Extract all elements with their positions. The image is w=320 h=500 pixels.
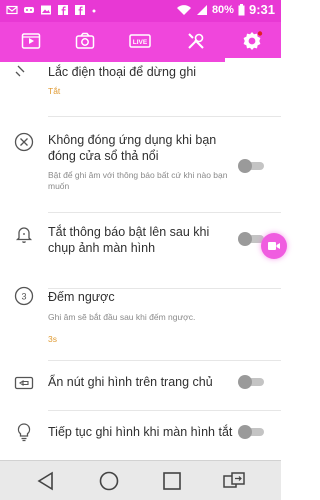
setting-title: Tiếp tục ghi hình khi màn hình tắt (48, 425, 233, 439)
video-camera-icon (14, 376, 34, 390)
bell-off-icon (15, 227, 33, 243)
svg-text:3: 3 (21, 292, 26, 302)
tab-tools[interactable] (183, 28, 209, 54)
facebook-icon (58, 5, 68, 15)
toggle-switch[interactable] (238, 425, 264, 439)
setting-countdown[interactable]: 3 Đếm ngược Ghi âm sẽ bắt đầu sau khi đế… (0, 286, 281, 370)
recents-square-icon (163, 472, 181, 490)
home-circle-icon (99, 471, 119, 491)
email-icon (6, 5, 18, 15)
tab-settings[interactable] (239, 28, 265, 54)
video-camera-icon (268, 242, 280, 250)
home-button[interactable] (97, 469, 121, 493)
setting-disable-screenshot-popup[interactable]: Tắt thông báo bật lên sau khi chụp ảnh m… (0, 214, 281, 289)
back-triangle-icon (37, 471, 53, 491)
floating-record-bubble[interactable] (261, 233, 287, 259)
setting-keep-app-open[interactable]: Không đóng ứng dụng khi bạn đóng cửa sổ … (0, 118, 281, 213)
tab-live[interactable]: LIVE (127, 28, 153, 54)
image-icon (41, 5, 51, 15)
dot-icon (91, 4, 97, 16)
setting-continue-recording-screen-off[interactable]: Tiếp tục ghi hình khi màn hình tắt (0, 412, 281, 460)
navigation-bar (0, 460, 281, 500)
settings-icon (243, 31, 263, 50)
dual-window-button[interactable] (222, 469, 246, 493)
setting-title: Không đóng ứng dụng khi bạn đóng cửa sổ … (48, 133, 217, 163)
setting-value: 3s (48, 334, 57, 344)
tools-icon (188, 33, 204, 49)
battery-icon (238, 3, 245, 15)
clock: 9:31 (248, 2, 275, 17)
setting-subtitle: Ghi âm sẽ bắt đầu sau khi đếm ngược. (48, 312, 196, 322)
tab-screenshots[interactable] (72, 28, 98, 54)
live-icon: LIVE (129, 34, 151, 48)
setting-value: Tắt (48, 86, 61, 96)
setting-shake-to-stop[interactable]: Lắc điện thoại để dừng ghi Tắt (0, 62, 281, 117)
toggle-switch[interactable] (238, 159, 264, 173)
video-list-icon (21, 33, 41, 49)
close-circle-icon (14, 132, 34, 152)
camera-icon (75, 32, 95, 49)
divider (48, 410, 281, 411)
signal-icon (196, 4, 207, 15)
setting-title: Lắc điện thoại để dừng ghi (48, 65, 197, 79)
game-icon (24, 7, 34, 13)
toggle-switch[interactable] (238, 375, 264, 389)
settings-list: Lắc điện thoại để dừng ghi Tắt Không đón… (0, 62, 281, 460)
setting-title: Đếm ngược (48, 290, 115, 304)
battery-percent: 80% (211, 3, 234, 16)
setting-title: Tắt thông báo bật lên sau khi chụp ảnh m… (48, 225, 210, 255)
setting-hide-record-button[interactable]: Ẩn nút ghi hình trên trang chủ (0, 361, 281, 411)
back-button[interactable] (34, 469, 58, 493)
tab-videos[interactable] (18, 28, 44, 54)
countdown-timer-icon: 3 (14, 286, 34, 306)
dual-window-icon (223, 472, 245, 488)
recents-button[interactable] (160, 469, 184, 493)
status-right: 80% 9:31 (176, 2, 275, 17)
shake-phone-icon (15, 65, 25, 77)
lightbulb-icon (17, 423, 31, 442)
divider (48, 212, 281, 213)
notification-icons (6, 4, 97, 16)
toggle-switch[interactable] (238, 232, 264, 246)
status-bar: 80% 9:31 (0, 0, 281, 22)
setting-subtitle: Bật để ghi âm với thông báo bất cứ khi n… (48, 170, 228, 191)
divider (48, 116, 281, 117)
tab-bar: LIVE (0, 22, 281, 62)
setting-title: Ẩn nút ghi hình trên trang chủ (48, 375, 213, 389)
facebook-icon-2 (75, 5, 85, 15)
wifi-icon (176, 4, 191, 15)
svg-text:LIVE: LIVE (133, 39, 148, 46)
